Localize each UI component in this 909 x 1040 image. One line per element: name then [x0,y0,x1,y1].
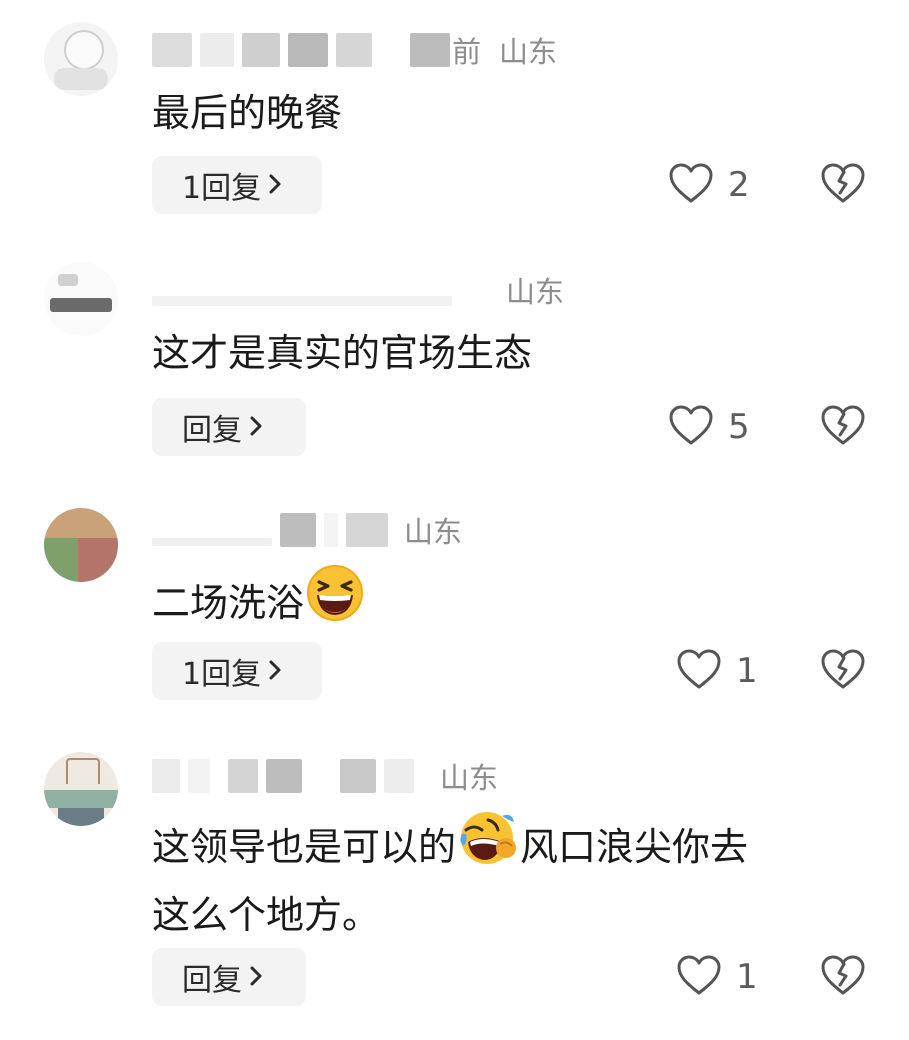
reply-button[interactable]: 回复 [152,948,306,1006]
blurred-username [340,759,376,793]
blurred-username [266,759,302,793]
blurred-username [324,513,338,547]
reply-button-label: 回复 [182,963,242,998]
broken-heart-icon [820,954,866,1000]
broken-heart-icon [820,162,866,208]
blurred-username [188,759,210,793]
rolling-on-floor-laughing-icon [458,808,518,884]
reply-button-label: 回复 [182,413,242,448]
comment-text: 这才是真实的官场生态 [152,322,532,384]
comment-text-part-1: 这领导也是可以的 [152,825,457,869]
avatar[interactable] [44,508,118,582]
blurred-username [152,33,192,67]
reply-button[interactable]: 1回复 [152,642,322,700]
dislike-button[interactable] [820,398,866,456]
comment-text: 最后的晚餐 [152,82,342,144]
comment-location: 山东 [404,515,463,549]
heart-outline-icon [676,648,722,694]
like-button[interactable]: 1 [676,948,758,1006]
blurred-timestamp [384,759,414,793]
broken-heart-icon [820,648,866,694]
chevron-right-icon [267,169,283,202]
dislike-button[interactable] [820,948,866,1006]
comment-text: 二场洗浴 [152,564,366,640]
blurred-timestamp [346,513,388,547]
dislike-button[interactable] [820,156,866,214]
blurred-username [152,759,180,793]
avatar[interactable] [44,752,118,826]
blurred-username [228,759,258,793]
comment-text: 这领导也是可以的 风口浪尖你去这么个地方。 [152,808,748,946]
comment-meta: 山东 [152,756,498,796]
blurred-username [152,296,452,306]
dislike-button[interactable] [820,642,866,700]
blurred-username [200,33,234,67]
comment-text-part-3: 这么个地方。 [152,893,381,937]
reply-button-label: 1回复 [182,171,262,206]
time-suffix: 前 [452,35,482,69]
blurred-username [152,538,272,546]
like-count: 1 [736,651,758,691]
comment-location: 山东 [440,761,499,795]
reply-button-label: 1回复 [182,657,262,692]
like-button[interactable]: 2 [668,156,750,214]
avatar[interactable] [44,22,118,96]
comment-text-content: 最后的晚餐 [152,91,343,135]
heart-outline-icon [668,162,714,208]
blurred-timestamp [410,33,450,67]
avatar[interactable] [44,262,118,336]
heart-outline-icon [668,404,714,450]
comment-meta: 山东 [152,270,564,310]
like-count: 5 [728,407,750,447]
chevron-right-icon [267,655,283,688]
like-count: 2 [728,165,750,205]
reply-button[interactable]: 回复 [152,398,306,456]
blurred-username [336,33,372,67]
comment-location: 山东 [506,275,565,309]
comment-text-part-2: 风口浪尖你去 [520,825,749,869]
blurred-username [242,33,280,67]
blurred-username [288,33,328,67]
comment-text-content: 二场洗浴 [152,581,305,625]
broken-heart-icon [820,404,866,450]
comment-text-content: 这才是真实的官场生态 [152,331,533,375]
like-button[interactable]: 1 [676,642,758,700]
laughing-face-icon [306,564,364,640]
heart-outline-icon [676,954,722,1000]
comment-meta: 山东 [152,510,462,550]
like-count: 1 [736,957,758,997]
reply-button[interactable]: 1回复 [152,156,322,214]
like-button[interactable]: 5 [668,398,750,456]
comment-meta: 前 山东 [152,30,557,70]
chevron-right-icon [248,961,264,994]
comment-location: 山东 [499,35,558,69]
blurred-username [280,513,316,547]
chevron-right-icon [248,411,264,444]
